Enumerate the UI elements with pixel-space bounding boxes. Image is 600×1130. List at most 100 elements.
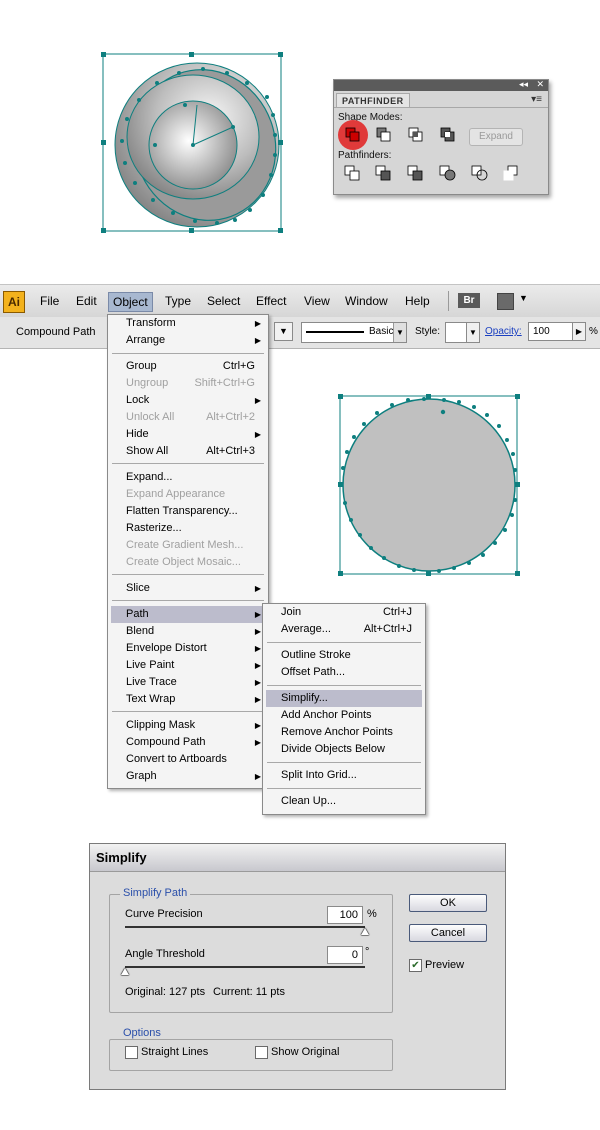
dialog-title-bar[interactable]: Simplify xyxy=(90,844,505,872)
menu-file[interactable]: File xyxy=(36,292,63,310)
menu-type[interactable]: Type xyxy=(161,292,195,310)
menu-item-blend[interactable]: Blend ▶ xyxy=(111,623,265,640)
crop-icon[interactable] xyxy=(438,164,458,182)
intersect-icon[interactable] xyxy=(406,126,426,144)
curve-precision-label: Curve Precision xyxy=(125,908,203,920)
menu-item-compound-path[interactable]: Compound Path ▶ xyxy=(111,734,265,751)
trim-icon[interactable] xyxy=(374,164,394,182)
divide-icon[interactable] xyxy=(343,164,363,182)
opacity-link[interactable]: Opacity: xyxy=(485,326,522,337)
minus-back-icon[interactable] xyxy=(502,164,522,182)
menu-item-remove-anchor-points[interactable]: Remove Anchor Points xyxy=(266,724,422,741)
menu-item-hide[interactable]: Hide ▶ xyxy=(111,426,265,443)
menu-item-group[interactable]: Group Ctrl+G xyxy=(111,358,265,375)
menu-separator xyxy=(267,685,421,686)
gray-circle-artwork[interactable] xyxy=(334,390,526,582)
panel-menu-icon[interactable]: ▾≡ xyxy=(531,94,542,105)
pathfinders-label: Pathfinders: xyxy=(338,150,392,161)
angle-threshold-slider-track[interactable] xyxy=(125,966,365,968)
menu-item-expand-appearance[interactable]: Expand Appearance xyxy=(111,486,265,503)
stroke-weight-dropdown[interactable]: ▼ xyxy=(274,322,293,341)
submenu-arrow-icon: ▶ xyxy=(254,772,261,781)
menu-item-transform[interactable]: Transform ▶ xyxy=(111,315,265,332)
curve-precision-slider-thumb[interactable] xyxy=(361,928,369,935)
submenu-arrow-icon: ▶ xyxy=(254,396,261,405)
chevron-right-icon[interactable]: ▶ xyxy=(572,322,586,341)
submenu-arrow-icon: ▶ xyxy=(254,738,261,747)
menu-view[interactable]: View xyxy=(300,292,334,310)
menu-edit[interactable]: Edit xyxy=(72,292,101,310)
menu-object[interactable]: Object xyxy=(108,292,153,312)
submenu-arrow-icon: ▶ xyxy=(254,661,261,670)
graphic-style-swatch[interactable] xyxy=(445,322,468,343)
gradient-shape-artwork[interactable] xyxy=(95,45,295,240)
show-original-checkbox[interactable] xyxy=(255,1046,268,1059)
collapse-icon[interactable]: ◂◂ xyxy=(519,79,528,90)
menu-item-text-wrap[interactable]: Text Wrap ▶ xyxy=(111,691,265,708)
ok-button[interactable]: OK xyxy=(409,894,487,912)
straight-lines-checkbox[interactable] xyxy=(125,1046,138,1059)
menu-item-add-anchor-points[interactable]: Add Anchor Points xyxy=(266,707,422,724)
menu-item-outline-stroke[interactable]: Outline Stroke xyxy=(266,647,422,664)
submenu-arrow-icon: ▶ xyxy=(254,319,261,328)
chevron-down-icon[interactable]: ▼ xyxy=(393,323,406,342)
menu-separator xyxy=(112,574,264,575)
opacity-input[interactable]: 100 xyxy=(528,322,574,341)
bridge-icon[interactable]: Br xyxy=(458,293,480,308)
menu-separator xyxy=(112,600,264,601)
close-icon[interactable]: ✕ xyxy=(536,79,544,90)
menu-window[interactable]: Window xyxy=(341,292,392,310)
exclude-icon[interactable] xyxy=(438,126,458,144)
menu-item-ungroup[interactable]: Ungroup Shift+Ctrl+G xyxy=(111,375,265,392)
menu-item-slice[interactable]: Slice ▶ xyxy=(111,580,265,597)
menu-item-envelope-distort[interactable]: Envelope Distort ▶ xyxy=(111,640,265,657)
angle-threshold-input[interactable]: 0 xyxy=(327,946,363,964)
menu-item-convert-to-artboards[interactable]: Convert to Artboards xyxy=(111,751,265,768)
simplify-path-legend: Simplify Path xyxy=(120,887,191,899)
menu-item-live-trace[interactable]: Live Trace ▶ xyxy=(111,674,265,691)
preview-checkbox[interactable]: ✔ xyxy=(409,959,422,972)
menu-item-show-all[interactable]: Show All Alt+Ctrl+3 xyxy=(111,443,265,460)
menu-item-expand[interactable]: Expand... xyxy=(111,469,265,486)
menu-item-split-into-grid[interactable]: Split Into Grid... xyxy=(266,767,422,784)
menu-item-join[interactable]: Join Ctrl+J xyxy=(266,604,422,621)
menu-item-lock[interactable]: Lock ▶ xyxy=(111,392,265,409)
chevron-down-icon[interactable]: ▼ xyxy=(519,293,528,303)
menu-item-offset-path[interactable]: Offset Path... xyxy=(266,664,422,681)
menu-item-graph[interactable]: Graph ▶ xyxy=(111,768,265,785)
menu-item-create-gradient-mesh[interactable]: Create Gradient Mesh... xyxy=(111,537,265,554)
menu-item-live-paint[interactable]: Live Paint ▶ xyxy=(111,657,265,674)
menu-item-simplify[interactable]: Simplify... xyxy=(266,690,422,707)
menu-item-arrange[interactable]: Arrange ▶ xyxy=(111,332,265,349)
path-submenu: Join Ctrl+J Average... Alt+Ctrl+J Outline … xyxy=(262,603,426,815)
menu-item-average[interactable]: Average... Alt+Ctrl+J xyxy=(266,621,422,638)
curve-precision-slider-track[interactable] xyxy=(125,926,365,928)
expand-button[interactable]: Expand xyxy=(469,128,523,146)
unite-icon[interactable] xyxy=(343,126,363,144)
stroke-profile-dropdown[interactable]: Basic ▼ xyxy=(301,322,407,343)
workspace-icon[interactable] xyxy=(497,293,514,310)
menu-select[interactable]: Select xyxy=(203,292,244,310)
outline-icon[interactable] xyxy=(470,164,490,182)
menu-effect[interactable]: Effect xyxy=(252,292,290,310)
menu-item-unlock-all[interactable]: Unlock All Alt+Ctrl+2 xyxy=(111,409,265,426)
submenu-arrow-icon: ▶ xyxy=(254,627,261,636)
cancel-button[interactable]: Cancel xyxy=(409,924,487,942)
menu-item-clipping-mask[interactable]: Clipping Mask ▶ xyxy=(111,717,265,734)
minus-front-icon[interactable] xyxy=(374,126,394,144)
angle-threshold-unit: ° xyxy=(365,946,370,958)
menu-item-flatten-transparency[interactable]: Flatten Transparency... xyxy=(111,503,265,520)
merge-icon[interactable] xyxy=(406,164,426,182)
angle-threshold-slider-thumb[interactable] xyxy=(121,968,129,975)
tab-pathfinder[interactable]: PATHFINDER xyxy=(336,93,410,108)
menu-item-path[interactable]: Path ▶ xyxy=(111,606,265,623)
chevron-down-icon[interactable]: ▼ xyxy=(466,322,480,343)
menu-item-rasterize[interactable]: Rasterize... xyxy=(111,520,265,537)
panel-titlebar[interactable]: ◂◂ ✕ xyxy=(334,79,548,91)
menu-help[interactable]: Help xyxy=(401,292,434,310)
curve-precision-input[interactable]: 100 xyxy=(327,906,363,924)
menu-item-divide-objects-below[interactable]: Divide Objects Below xyxy=(266,741,422,758)
submenu-arrow-icon: ▶ xyxy=(254,610,261,619)
menu-item-create-object-mosaic[interactable]: Create Object Mosaic... xyxy=(111,554,265,571)
menu-item-clean-up[interactable]: Clean Up... xyxy=(266,793,422,810)
